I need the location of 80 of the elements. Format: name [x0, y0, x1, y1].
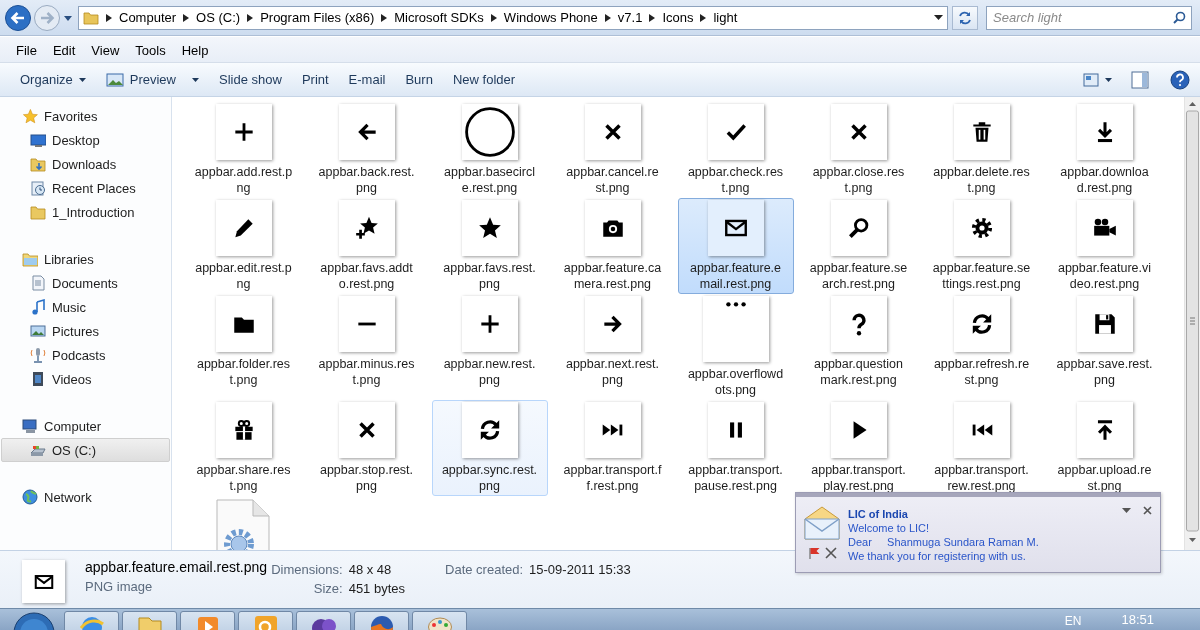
toolbar-button[interactable]: Burn: [397, 67, 441, 92]
breadcrumb-item[interactable]: light: [713, 10, 738, 25]
field-value: 15-09-2011 15:33: [529, 562, 631, 577]
image-tile[interactable]: appbar.feature.camera.rest.png: [554, 198, 671, 294]
field-value: 48 x 48: [348, 562, 393, 577]
notification-title: LIC of India: [848, 507, 909, 521]
breadcrumb-item[interactable]: v7.1: [617, 10, 643, 25]
toolbar-button[interactable]: New folder: [444, 67, 524, 92]
toolbar-button[interactable]: Preview: [97, 67, 207, 92]
nav-item[interactable]: Music: [1, 295, 170, 319]
toolbar-button[interactable]: Organize: [12, 67, 94, 92]
breadcrumb-item[interactable]: Computer: [119, 10, 177, 25]
image-tile[interactable]: appbar.cancel.rest.png: [554, 102, 671, 198]
image-tile[interactable]: appbar.feature.email.rest.png: [677, 198, 794, 294]
image-tile[interactable]: appbar.share.rest.png: [185, 400, 302, 496]
image-tile[interactable]: appbar.transport.play.rest.png: [800, 400, 917, 496]
nav-item[interactable]: Network: [1, 485, 170, 509]
nav-item[interactable]: Videos: [1, 367, 170, 391]
breadcrumb-item[interactable]: OS (C:): [196, 10, 241, 25]
nav-item[interactable]: Recent Places: [1, 176, 170, 200]
nav-item[interactable]: Desktop: [1, 128, 170, 152]
breadcrumb-item[interactable]: Windows Phone: [503, 10, 598, 25]
field-value: 451 bytes: [348, 581, 406, 596]
nav-item[interactable]: Pictures: [1, 319, 170, 343]
file-name: appbar.feature.email.rest.png: [85, 559, 268, 575]
nav-item[interactable]: Libraries: [1, 247, 170, 271]
image-tile[interactable]: appbar.edit.rest.png: [185, 198, 302, 294]
toolbar-button[interactable]: Slide show: [211, 67, 290, 92]
image-tile[interactable]: appbar.close.rest.png: [800, 102, 917, 198]
breadcrumb-item[interactable]: Program Files (x86): [260, 10, 375, 25]
notification-text: Dear Shanmuga Sundara Raman M.: [848, 535, 1039, 549]
image-tile[interactable]: appbar.stop.rest.png: [308, 400, 425, 496]
nav-item[interactable]: Computer: [1, 414, 170, 438]
field-label: Date created:: [445, 562, 524, 577]
address-field[interactable]: Computer OS (C:) Program Files (x86) Microsoft SDKs Windows Phone v7.1 Icons light: [78, 5, 948, 30]
field-label: Size:: [312, 581, 343, 596]
notification-text: Welcome to LIC!: [848, 521, 931, 535]
breadcrumb-item[interactable]: Icons: [662, 10, 694, 25]
nav-item[interactable]: Documents: [1, 271, 170, 295]
image-tile[interactable]: appbar.download.rest.png: [1046, 102, 1163, 198]
toolbar-button[interactable]: E-mail: [340, 67, 394, 92]
image-tile[interactable]: appbar.feature.search.rest.png: [800, 198, 917, 294]
image-tile[interactable]: appbar.basecircle.rest.png: [431, 102, 548, 198]
image-tile[interactable]: appbar.overflowdots.png: [677, 294, 794, 400]
menu-item[interactable]: File: [8, 43, 45, 58]
field-label: Dimensions:: [271, 562, 343, 577]
search-field[interactable]: Search light: [986, 5, 1192, 30]
menu-item[interactable]: View: [83, 43, 128, 58]
nav-item[interactable]: 1_Introduction: [1, 200, 170, 224]
image-tile[interactable]: appbar.transport.ff.rest.png: [554, 400, 671, 496]
image-tile[interactable]: appbar.feature.settings.rest.png: [923, 198, 1040, 294]
file-type: PNG image: [85, 579, 154, 594]
nav-item[interactable]: Downloads: [1, 152, 170, 176]
image-tile[interactable]: appbar.favs.rest.png: [431, 198, 548, 294]
nav-item[interactable]: Favorites: [1, 104, 170, 128]
nav-item[interactable]: OS (C:): [1, 438, 170, 462]
image-tile[interactable]: appbar.back.rest.png: [308, 102, 425, 198]
image-tile[interactable]: appbar.sync.rest.png: [431, 400, 548, 496]
menu-item[interactable]: Edit: [44, 43, 84, 58]
breadcrumb-item[interactable]: Microsoft SDKs: [394, 10, 484, 25]
image-tile[interactable]: appbar.favs.addto.rest.png: [308, 198, 425, 294]
image-tile[interactable]: appbar.minus.rest.png: [308, 294, 425, 390]
image-tile[interactable]: appbar.refresh.rest.png: [923, 294, 1040, 390]
image-tile[interactable]: appbar.next.rest.png: [554, 294, 671, 390]
image-tile[interactable]: appbar.questionmark.rest.png: [800, 294, 917, 390]
nav-item[interactable]: Podcasts: [1, 343, 170, 367]
image-tile[interactable]: appbar.add.rest.png: [185, 102, 302, 198]
menu-item[interactable]: Tools: [127, 43, 174, 58]
image-tile[interactable]: appbar.delete.rest.png: [923, 102, 1040, 198]
image-tile[interactable]: appbar.transport.rew.rest.png: [923, 400, 1040, 496]
menu-item[interactable]: Help: [173, 43, 217, 58]
image-tile[interactable]: appbar.upload.rest.png: [1046, 400, 1163, 496]
image-tile[interactable]: appbar.check.rest.png: [677, 102, 794, 198]
image-tile[interactable]: appbar.transport.pause.rest.png: [677, 400, 794, 496]
notification-text: We thank you for registering with us.: [848, 549, 1027, 563]
image-tile[interactable]: appbar.save.rest.png: [1046, 294, 1163, 390]
image-tile[interactable]: appbar.feature.video.rest.png: [1046, 198, 1163, 294]
toolbar-button[interactable]: Print: [293, 67, 337, 92]
image-tile[interactable]: appbar.folder.rest.png: [185, 294, 302, 390]
image-tile[interactable]: appbar.new.rest.png: [431, 294, 548, 390]
